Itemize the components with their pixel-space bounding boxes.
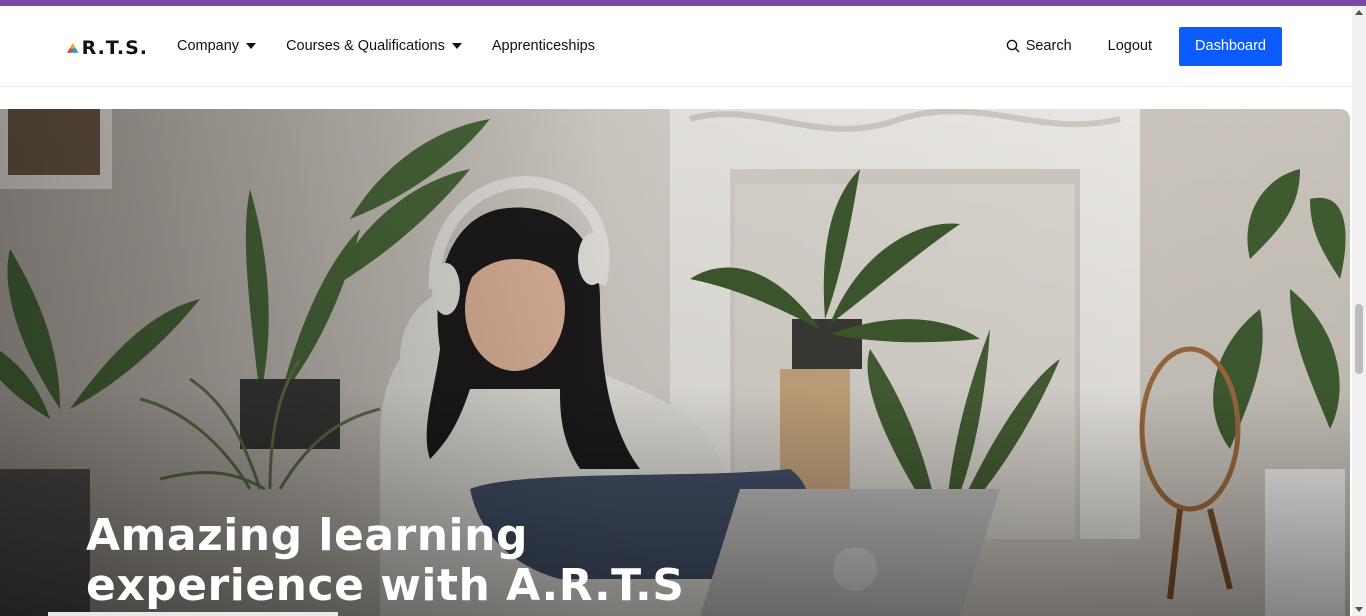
hero-banner: Amazing learning experience with A.R.T.S [0, 109, 1350, 616]
search-icon [1006, 39, 1020, 53]
logo-triangle-icon [67, 43, 79, 53]
search-label: Search [1025, 38, 1072, 54]
logout-link[interactable]: Logout [1108, 38, 1152, 54]
header-actions: Search Logout Dashboard [1006, 6, 1282, 86]
logo-wordmark: R.T.S. [81, 37, 148, 59]
scroll-down-icon[interactable] [1355, 607, 1363, 612]
hero-title-line: experience with A.R.T.S [86, 560, 685, 611]
page-scrollbar[interactable] [1352, 6, 1366, 616]
scrollbar-thumb[interactable] [1355, 304, 1363, 374]
caret-down-icon [246, 43, 257, 49]
hero-title: Amazing learning experience with A.R.T.S [86, 511, 684, 611]
main-nav: Company Courses & Qualifications Apprent… [177, 6, 625, 86]
search-button[interactable]: Search [1006, 38, 1072, 54]
nav-item-apprenticeships[interactable]: Apprenticeships [492, 38, 595, 54]
site-header: R.T.S. Company Courses & Qualifications … [0, 6, 1352, 87]
nav-item-label: Apprenticeships [491, 38, 595, 54]
dashboard-button[interactable]: Dashboard [1179, 26, 1282, 66]
hero-title-line: Amazing learning [86, 510, 528, 561]
caret-down-icon [451, 43, 462, 49]
scroll-up-icon[interactable] [1355, 10, 1363, 15]
nav-item-label: Company [177, 38, 240, 54]
divider [48, 612, 338, 616]
nav-item-courses[interactable]: Courses & Qualifications [286, 38, 462, 54]
brand-logo[interactable]: R.T.S. [66, 36, 148, 60]
nav-item-label: Courses & Qualifications [286, 38, 445, 54]
nav-item-company[interactable]: Company [177, 38, 257, 54]
